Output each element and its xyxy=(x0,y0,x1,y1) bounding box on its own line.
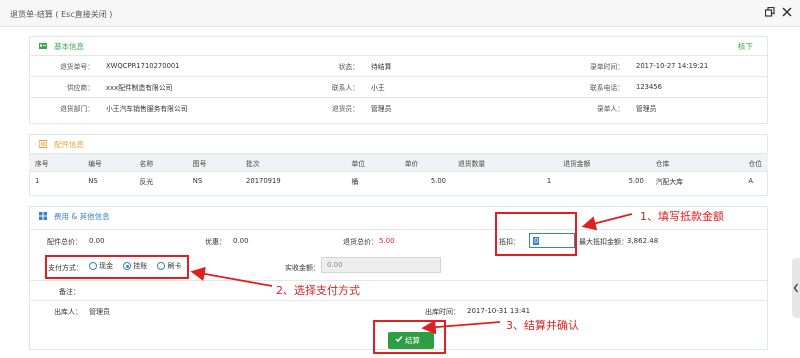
cell-batch: 20170919 xyxy=(240,171,346,190)
cell-drawing-no: NS xyxy=(186,171,241,190)
dept-value: 小王汽车销售服务有限公司 xyxy=(100,97,305,119)
collapse-link[interactable]: 核下 xyxy=(738,41,753,52)
basic-info-title: 基本信息 xyxy=(54,42,84,51)
basic-info-header: 基本信息 核下 xyxy=(30,37,767,55)
dept-label: 退货部门： xyxy=(30,97,100,119)
actual-amount-placeholder: 0.00 xyxy=(327,261,343,269)
max-deduction-label: 最大抵扣金额： xyxy=(579,238,628,246)
table-row[interactable]: 1 NS 反光 NS 20170919 桶 5.00 1 5.00 汽配大库 A xyxy=(29,171,768,190)
recorder-value: 管理员 xyxy=(630,97,767,119)
cell-unit-price: 5.00 xyxy=(398,171,452,190)
supplier-value: xxx配件制造有限公司 xyxy=(100,76,305,98)
entry-time-value: 2017-10-27 14:19:21 xyxy=(630,55,767,77)
col-header: 名称 xyxy=(133,153,187,172)
max-deduction-value: 3,862.48 xyxy=(627,237,659,245)
cell-code: NS xyxy=(82,171,134,190)
doc-no-label: 退货单号： xyxy=(30,55,100,77)
restore-icon[interactable] xyxy=(764,6,776,19)
remark-label: 备注： xyxy=(59,288,80,296)
col-header: 仓位 xyxy=(742,153,768,172)
side-collapse-tab[interactable] xyxy=(792,258,800,318)
parts-table: 序号 编号 名称 图号 批次 单位 单价 退货数量 退货金额 仓库 仓位 1 N… xyxy=(29,153,768,190)
out-person-label: 出库人： xyxy=(54,308,82,316)
supplier-label: 供应商： xyxy=(30,76,100,98)
status-label: 状态： xyxy=(305,55,365,77)
discount-value: 0.00 xyxy=(233,237,249,245)
col-header: 单价 xyxy=(398,153,452,172)
parts-icon xyxy=(39,140,47,148)
col-header: 批次 xyxy=(240,153,346,172)
contact-label: 联系人： xyxy=(305,76,365,98)
out-time-label: 出库时间： xyxy=(425,308,460,316)
return-total-label: 退货总价： xyxy=(343,238,378,246)
fees-row-4: 出库人： 管理员 出库时间： 2017-10-31 13:41 xyxy=(29,300,768,320)
actual-amount-label: 实收金额： xyxy=(285,264,320,272)
cell-location: A xyxy=(742,171,768,190)
annotation-step-3: 3、结算并确认 xyxy=(506,319,579,332)
col-header: 单位 xyxy=(345,153,399,172)
returner-label: 退货员： xyxy=(305,97,365,119)
parts-table-header: 序号 编号 名称 图号 批次 单位 单价 退货数量 退货金额 仓库 仓位 xyxy=(29,153,768,172)
phone-label: 联系电话： xyxy=(570,76,630,98)
parts-info-title: 配件信息 xyxy=(54,140,84,149)
parts-table-wrap: 序号 编号 名称 图号 批次 单位 单价 退货数量 退货金额 仓库 仓位 1 N… xyxy=(29,153,768,190)
recorder-label: 录单人： xyxy=(570,97,630,119)
fees-row-1: 配件总价： 0.00 优惠： 0.00 退货总价： 5.00 抵扣： 0 最大抵… xyxy=(29,229,768,251)
contact-value: 小王 xyxy=(365,76,570,98)
window-title: 退货单-结算 ( Esc直接关闭 ) xyxy=(10,10,113,19)
phone-value: 123456 xyxy=(630,76,767,98)
parts-total-label: 配件总价： xyxy=(47,238,82,246)
entry-time-label: 录单时间： xyxy=(570,55,630,77)
basic-info-panel: 基本信息 核下 退货单号： XWQCPR1710270001 状态： 待结算 录… xyxy=(29,36,768,124)
cell-unit: 桶 xyxy=(345,171,399,190)
grid-icon xyxy=(39,212,47,220)
annotation-step-1: 1、填写抵款金额 xyxy=(640,210,724,223)
cell-return-amount: 5.00 xyxy=(557,171,650,190)
returner-value: 管理员 xyxy=(365,97,570,119)
col-header: 退货金额 xyxy=(557,153,650,172)
parts-info-header: 配件信息 xyxy=(30,135,767,153)
cell-return-qty: 1 xyxy=(452,171,558,190)
window-titlebar: 退货单-结算 ( Esc直接关闭 ) xyxy=(0,0,800,27)
annotation-box-settle xyxy=(373,320,446,354)
cell-index: 1 xyxy=(29,171,83,190)
basic-info-table: 退货单号： XWQCPR1710270001 状态： 待结算 录单时间： 201… xyxy=(30,55,767,119)
col-header: 退货数量 xyxy=(452,153,558,172)
col-header: 仓库 xyxy=(649,153,743,172)
cell-name: 反光 xyxy=(133,171,187,190)
discount-label: 优惠： xyxy=(205,238,226,246)
out-time-value: 2017-10-31 13:41 xyxy=(467,307,531,315)
annotation-box-deduction xyxy=(495,212,577,256)
fees-row-3: 备注： xyxy=(29,280,768,300)
close-icon[interactable] xyxy=(781,7,793,19)
cell-warehouse: 汽配大库 xyxy=(649,171,743,190)
parts-total-value: 0.00 xyxy=(89,237,105,245)
fees-info-title: 费用 & 其他信息 xyxy=(54,212,110,221)
actual-amount-field[interactable]: 0.00 xyxy=(321,257,441,273)
col-header: 序号 xyxy=(29,153,83,172)
status-value: 待结算 xyxy=(365,55,570,77)
out-person-value: 管理员 xyxy=(89,308,110,316)
return-total-value: 5.00 xyxy=(379,237,395,245)
annotation-step-2: 2、选择支付方式 xyxy=(276,284,360,297)
id-card-icon xyxy=(39,43,47,49)
col-header: 图号 xyxy=(186,153,241,172)
col-header: 编号 xyxy=(82,153,134,172)
doc-no-value: XWQCPR1710270001 xyxy=(100,55,305,77)
annotation-box-payment xyxy=(45,255,189,279)
